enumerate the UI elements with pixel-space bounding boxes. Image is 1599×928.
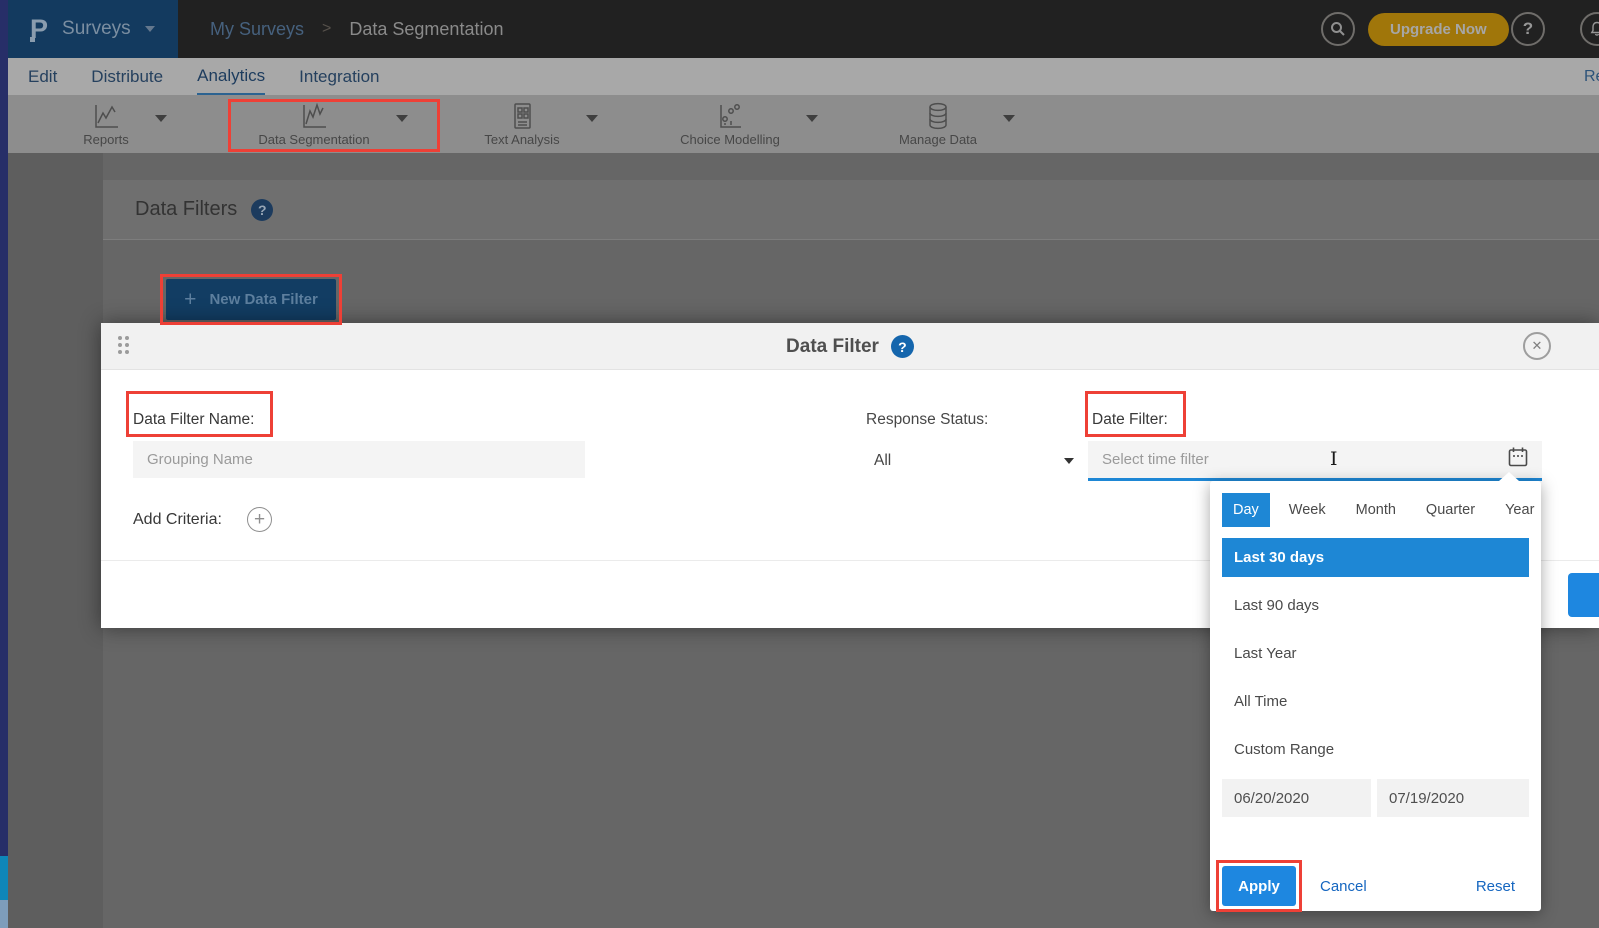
tab-analytics[interactable]: Analytics — [197, 58, 265, 95]
analytics-toolbar: Reports Data Segmentation — [8, 95, 1599, 153]
period-tab-quarter[interactable]: Quarter — [1415, 493, 1486, 527]
upgrade-now-button[interactable]: Upgrade Now — [1368, 13, 1509, 46]
chevron-down-icon[interactable] — [806, 115, 818, 122]
page-title: Data Filters — [135, 198, 237, 221]
option-custom-range[interactable]: Custom Range — [1222, 730, 1529, 769]
help-icon[interactable]: ? — [251, 199, 273, 221]
data-filter-name-label: Data Filter Name: — [133, 411, 254, 429]
data-filter-name-input[interactable] — [133, 441, 585, 478]
option-last-30-days[interactable]: Last 30 days — [1222, 538, 1529, 577]
date-filter-field: I — [1088, 441, 1542, 481]
breadcrumb-parent[interactable]: My Surveys — [210, 19, 304, 40]
close-icon: ✕ — [1532, 338, 1543, 354]
chevron-down-icon[interactable] — [1003, 115, 1015, 122]
option-last-year[interactable]: Last Year — [1222, 634, 1529, 673]
period-tab-month[interactable]: Month — [1345, 493, 1407, 527]
logo-dot — [30, 37, 35, 42]
chevron-down-icon[interactable] — [396, 115, 408, 122]
plus-circle-icon: + — [254, 509, 265, 531]
apply-button[interactable]: Apply — [1222, 866, 1296, 906]
app-screen: P Surveys My Surveys > Data Segmentation… — [0, 0, 1599, 928]
toolbar-item-label: Manage Data — [899, 132, 977, 147]
bell-icon — [1589, 21, 1599, 37]
close-button[interactable]: ✕ — [1523, 332, 1551, 360]
product-menu-label: Surveys — [62, 18, 131, 40]
survey-tabs: Edit Distribute Analytics Integration Re… — [8, 58, 1599, 95]
custom-range-dates — [1222, 779, 1529, 817]
period-tab-week[interactable]: Week — [1278, 493, 1337, 527]
toolbar-item-label: Reports — [83, 132, 129, 147]
help-icon: ? — [1523, 19, 1533, 39]
new-data-filter-button[interactable]: + New Data Filter — [166, 279, 336, 320]
toolbar-item-label: Choice Modelling — [680, 132, 780, 147]
tab-integration[interactable]: Integration — [299, 58, 379, 95]
new-data-filter-label: New Data Filter — [209, 291, 317, 308]
modal-header: Data Filter ? ✕ — [101, 323, 1599, 370]
chevron-down-icon[interactable] — [586, 115, 598, 122]
text-cursor-icon: I — [1330, 448, 1338, 470]
date-filter-label: Date Filter: — [1092, 411, 1168, 429]
period-tabs: Day Week Month Quarter Year — [1222, 493, 1529, 527]
add-criteria-label: Add Criteria: — [133, 511, 222, 529]
dropdown-actions: Apply Cancel Reset — [1222, 866, 1529, 906]
response-status-select[interactable]: All — [874, 449, 1074, 473]
chevron-down-icon — [1064, 458, 1074, 464]
toolbar-item-data-segmentation[interactable]: Data Segmentation — [229, 95, 437, 153]
help-button[interactable]: ? — [1511, 12, 1545, 46]
date-filter-dropdown: Day Week Month Quarter Year Last 30 days… — [1210, 481, 1541, 911]
calendar-icon[interactable] — [1507, 446, 1529, 473]
option-last-90-days[interactable]: Last 90 days — [1222, 586, 1529, 625]
document-grid-icon — [505, 101, 539, 131]
search-icon — [1330, 21, 1346, 37]
scatter-chart-icon — [713, 101, 747, 131]
responses-link-clipped[interactable]: Res — [1584, 68, 1599, 86]
top-navbar: P Surveys My Surveys > Data Segmentation… — [8, 0, 1599, 58]
line-chart-icon — [297, 101, 331, 131]
modal-title: Data Filter — [786, 336, 879, 358]
line-chart-icon — [89, 101, 123, 131]
period-tab-year[interactable]: Year — [1494, 493, 1545, 527]
toolbar-item-choice-modelling[interactable]: Choice Modelling — [645, 95, 853, 153]
help-icon[interactable]: ? — [891, 335, 914, 358]
window-edge-teal — [0, 856, 8, 900]
cancel-button[interactable]: Cancel — [1320, 878, 1367, 895]
toolbar-item-label: Text Analysis — [484, 132, 559, 147]
period-tab-day[interactable]: Day — [1222, 493, 1270, 527]
end-date-input[interactable] — [1377, 779, 1529, 817]
database-icon — [921, 101, 955, 131]
panel-header: Data Filters ? — [103, 180, 1599, 240]
toolbar-item-reports[interactable]: Reports — [21, 95, 229, 153]
dropdown-notch — [1499, 472, 1519, 481]
toolbar-item-manage-data[interactable]: Manage Data — [853, 95, 1061, 153]
window-edge-strip — [0, 0, 8, 928]
option-all-time[interactable]: All Time — [1222, 682, 1529, 721]
plus-icon: + — [184, 288, 196, 312]
window-edge-light — [0, 900, 8, 928]
date-filter-input[interactable] — [1088, 441, 1507, 478]
toolbar-item-label: Data Segmentation — [258, 132, 369, 147]
tab-edit[interactable]: Edit — [28, 58, 57, 95]
toolbar-item-text-analysis[interactable]: Text Analysis — [437, 95, 645, 153]
modal-save-button-clipped[interactable] — [1568, 573, 1599, 617]
chevron-down-icon — [145, 26, 155, 32]
product-menu[interactable]: P Surveys — [8, 0, 178, 58]
tab-distribute[interactable]: Distribute — [91, 58, 163, 95]
search-button[interactable] — [1321, 12, 1355, 46]
breadcrumb: My Surveys > Data Segmentation — [210, 0, 503, 58]
notifications-button[interactable] — [1580, 12, 1599, 46]
chevron-down-icon[interactable] — [155, 115, 167, 122]
add-criteria-button[interactable]: + — [247, 507, 272, 532]
start-date-input[interactable] — [1222, 779, 1371, 817]
breadcrumb-separator-icon: > — [322, 20, 331, 38]
response-status-label: Response Status: — [866, 411, 988, 429]
response-status-value: All — [874, 452, 891, 470]
breadcrumb-current: Data Segmentation — [349, 19, 503, 40]
reset-button[interactable]: Reset — [1476, 878, 1515, 895]
